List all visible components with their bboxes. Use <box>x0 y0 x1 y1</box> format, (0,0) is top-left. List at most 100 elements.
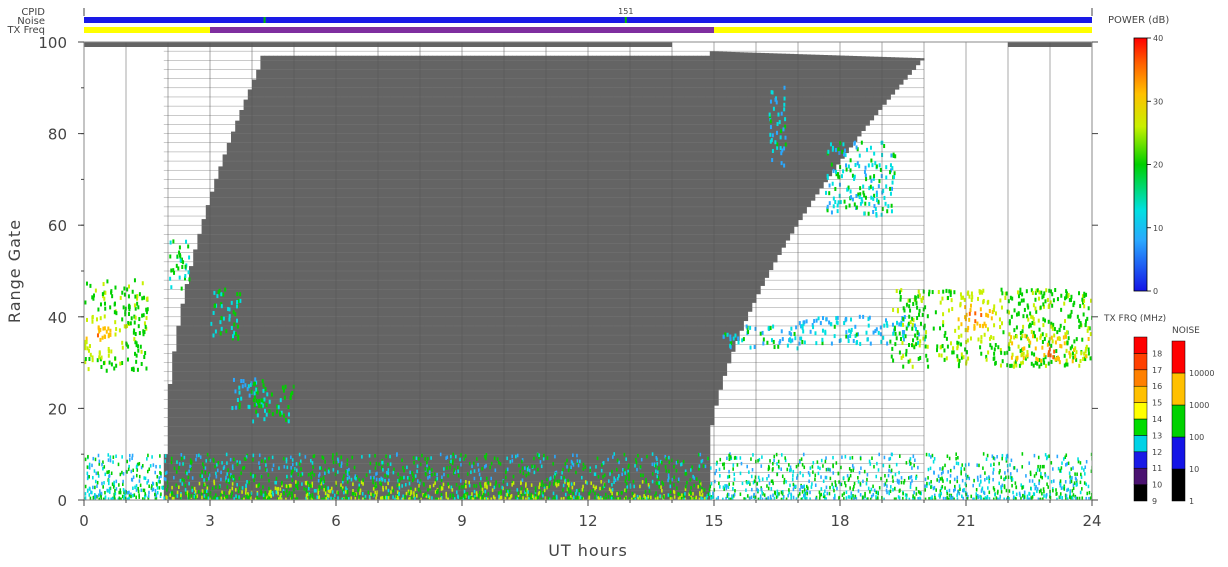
echo-cell <box>97 325 100 330</box>
echo-cell <box>103 296 106 301</box>
echo-cell <box>115 487 118 491</box>
echo-cell <box>322 456 325 460</box>
echo-cell <box>612 497 615 500</box>
echo-cell <box>998 481 1001 486</box>
echo-cell <box>132 468 135 473</box>
echo-cell <box>1031 290 1034 295</box>
ground-scatter-strip <box>336 55 341 500</box>
echo-cell <box>915 486 918 491</box>
echo-cell <box>344 490 347 494</box>
echo-cell <box>1078 291 1081 296</box>
echo-cell <box>980 313 983 318</box>
echo-cell <box>803 340 806 345</box>
echo-cell <box>793 331 796 336</box>
echo-cell <box>913 490 915 495</box>
echo-cell <box>540 483 543 488</box>
echo-cell <box>99 489 101 493</box>
echo-cell <box>1073 300 1076 305</box>
echo-cell <box>188 481 190 486</box>
echo-cell <box>926 481 928 486</box>
echo-cell <box>1046 297 1049 302</box>
ground-scatter-strip <box>390 55 396 500</box>
echo-cell <box>777 112 780 117</box>
ground-scatter-strip <box>222 154 228 500</box>
echo-cell <box>770 487 773 491</box>
echo-cell <box>427 488 429 492</box>
echo-cell <box>186 471 188 476</box>
echo-cell <box>207 492 210 497</box>
echo-cell <box>331 490 334 494</box>
echo-cell <box>728 469 730 474</box>
echo-cell <box>973 478 975 483</box>
echo-cell <box>773 454 776 459</box>
echo-cell <box>127 467 130 472</box>
echo-cell <box>1044 318 1047 323</box>
echo-cell <box>238 385 241 390</box>
echo-cell <box>135 488 138 492</box>
echo-cell <box>345 486 347 490</box>
ground-scatter-strip <box>869 56 875 121</box>
echo-cell <box>791 477 794 482</box>
echo-cell <box>113 366 116 371</box>
echo-cell <box>769 459 771 463</box>
echo-cell <box>1064 334 1067 339</box>
echo-cell <box>138 461 141 466</box>
echo-cell <box>426 468 429 473</box>
echo-cell <box>642 497 645 500</box>
echo-cell <box>265 412 268 417</box>
echo-cell <box>187 475 190 480</box>
echo-cell <box>1081 466 1083 470</box>
echo-cell <box>96 333 99 338</box>
echo-cell <box>189 464 191 469</box>
echo-cell <box>258 399 261 404</box>
echo-cell <box>582 467 585 471</box>
echo-cell <box>960 342 963 347</box>
echo-cell <box>909 485 912 489</box>
echo-cell <box>121 340 124 345</box>
echo-cell <box>918 308 921 313</box>
echo-cell <box>102 466 104 471</box>
echo-cell <box>756 482 759 486</box>
echo-cell <box>261 459 263 463</box>
echo-cell <box>842 476 845 480</box>
x-tick-label: 3 <box>205 512 215 530</box>
echo-cell <box>369 461 372 466</box>
echo-cell <box>576 496 579 500</box>
echo-cell <box>762 341 765 346</box>
freq-swatch-label: 10 <box>1152 481 1162 490</box>
echo-cell <box>487 497 489 500</box>
echo-cell <box>806 491 809 496</box>
echo-cell <box>128 458 131 462</box>
echo-cell <box>994 492 996 497</box>
echo-cell <box>1057 466 1060 471</box>
echo-cell <box>1001 321 1004 326</box>
echo-cell <box>1052 355 1055 360</box>
echo-cell <box>430 468 433 472</box>
echo-cell <box>798 460 801 464</box>
echo-cell <box>636 467 638 472</box>
echo-cell <box>824 475 827 480</box>
echo-cell <box>97 493 100 497</box>
echo-cell <box>869 462 872 466</box>
echo-cell <box>170 460 173 465</box>
echo-cell <box>481 466 483 471</box>
echo-cell <box>149 464 152 468</box>
echo-cell <box>1008 347 1011 352</box>
echo-cell <box>258 466 261 470</box>
echo-cell <box>227 478 230 482</box>
echo-cell <box>264 387 267 392</box>
echo-cell <box>832 464 834 469</box>
ground-scatter-strip <box>571 55 576 500</box>
echo-cell <box>445 495 448 499</box>
echo-cell <box>279 487 282 492</box>
echo-cell <box>878 452 881 457</box>
echo-cell <box>204 490 206 494</box>
echo-cell <box>732 482 735 486</box>
echo-cell <box>414 487 417 492</box>
echo-cell <box>143 321 146 326</box>
echo-cell <box>562 488 564 492</box>
echo-cell <box>331 456 334 461</box>
echo-cell <box>802 329 805 334</box>
echo-cell <box>414 474 417 478</box>
echo-cell <box>1018 301 1021 306</box>
